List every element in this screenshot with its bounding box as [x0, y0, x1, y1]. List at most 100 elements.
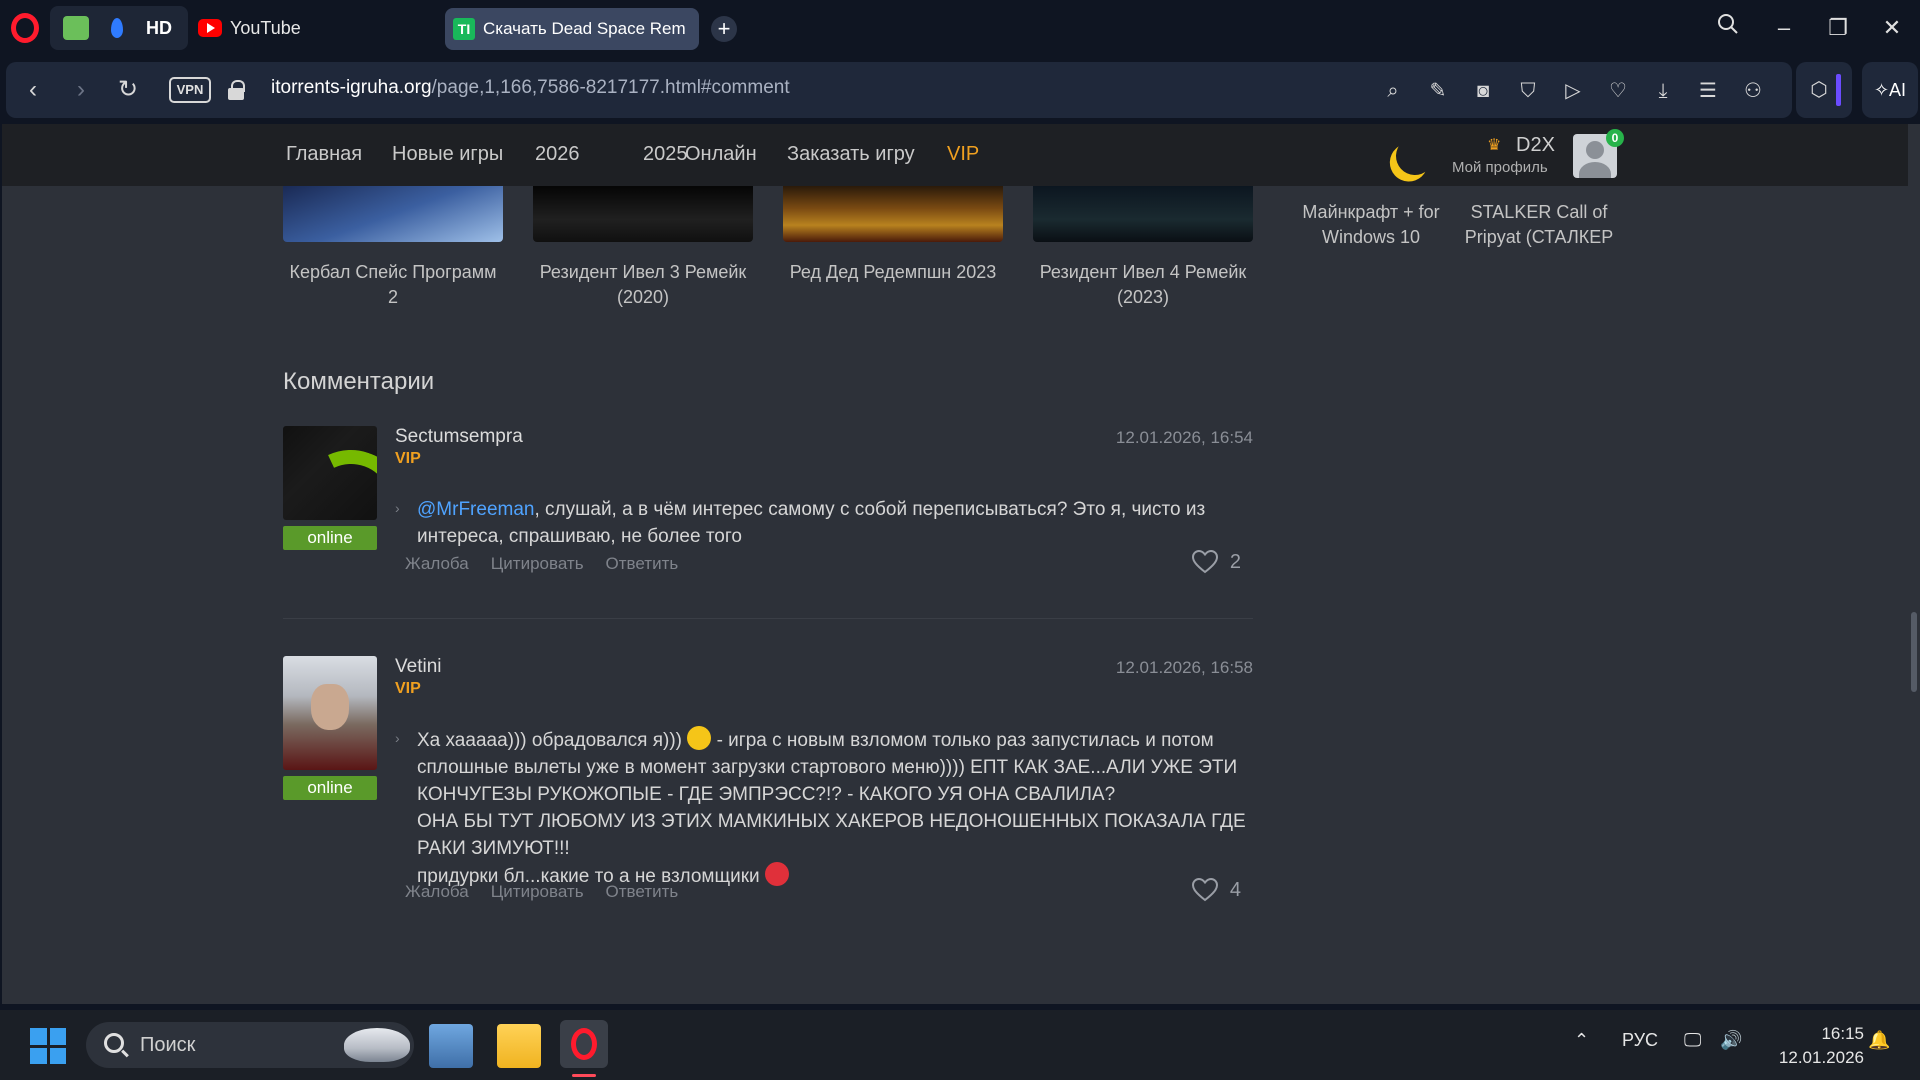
- report-button[interactable]: Жалоба: [405, 882, 469, 902]
- opera-taskbar-icon[interactable]: [560, 1020, 608, 1077]
- night-mode-moon-icon[interactable]: [1391, 132, 1440, 181]
- nav-2025[interactable]: 2025: [643, 143, 688, 166]
- game-title-re3[interactable]: Резидент Ивел 3 Ремейк (2020): [533, 260, 753, 310]
- mention-link[interactable]: @MrFreeman: [417, 499, 534, 520]
- sidebar-game-minecraft[interactable]: Майнкрафт + for Windows 10: [1286, 200, 1456, 250]
- sidebar-indicator: [1836, 74, 1841, 106]
- comment-author[interactable]: Sectumsempra: [395, 426, 523, 448]
- pinned-tab-hd[interactable]: HD: [146, 16, 172, 40]
- game-title-kerbal[interactable]: Кербал Спейс Программ 2: [283, 260, 503, 310]
- comments-heading: Комментарии: [283, 368, 435, 395]
- back-button[interactable]: ‹: [19, 76, 47, 104]
- game-thumb-re4[interactable]: [1033, 186, 1253, 242]
- pinned-tab-flame-icon[interactable]: [104, 16, 130, 40]
- browser-tab-strip: HD YouTube TI Скачать Dead Space Rem + –…: [0, 0, 1920, 56]
- url-field[interactable]: itorrents-igruha.org/page,1,166,7586-821…: [271, 77, 790, 99]
- reply-button[interactable]: Ответить: [606, 554, 679, 574]
- vpn-badge[interactable]: VPN: [169, 77, 211, 103]
- forward-button[interactable]: ›: [67, 76, 95, 104]
- calculator-app-icon[interactable]: [429, 1024, 473, 1068]
- username[interactable]: D2X: [1516, 134, 1555, 157]
- like-button[interactable]: 4: [1191, 878, 1241, 902]
- comment-text-line-1: Ха хааааа))) обрадовался я))): [417, 730, 683, 751]
- game-title-re4[interactable]: Резидент Ивел 4 Ремейк (2023): [1033, 260, 1253, 310]
- tab-youtube[interactable]: YouTube: [198, 12, 301, 44]
- search-tabs-icon[interactable]: [1712, 12, 1744, 44]
- input-language[interactable]: РУС: [1622, 1030, 1658, 1051]
- quote-button[interactable]: Цитировать: [491, 554, 584, 574]
- comment-date: 12.01.2026, 16:54: [1115, 428, 1253, 447]
- address-bar: ‹ › ↻ VPN itorrents-igruha.org/page,1,16…: [6, 62, 1792, 118]
- close-window-button[interactable]: ✕: [1876, 12, 1908, 44]
- page-viewport: Главная Новые игры 2026 2025 Онлайн Зака…: [2, 124, 1908, 1004]
- angry-emoji-icon: [764, 862, 789, 886]
- quote-button[interactable]: Цитировать: [491, 882, 584, 902]
- restore-button[interactable]: ❐: [1822, 12, 1854, 44]
- new-tab-button[interactable]: +: [711, 16, 737, 42]
- pinned-tab-messenger-icon[interactable]: [63, 16, 89, 40]
- shield-icon[interactable]: ⛉: [1515, 78, 1541, 104]
- extensions-button[interactable]: ⬡: [1796, 62, 1852, 118]
- nav-2026[interactable]: 2026: [535, 143, 580, 166]
- minimize-button[interactable]: –: [1768, 12, 1800, 44]
- taskbar-search-placeholder: Поиск: [140, 1034, 196, 1056]
- file-explorer-icon[interactable]: [497, 1024, 541, 1068]
- comment-author[interactable]: Vetini: [395, 656, 441, 678]
- notification-badge[interactable]: 0: [1606, 129, 1624, 147]
- url-host: itorrents-igruha.org: [271, 77, 432, 98]
- heart-icon: [1191, 550, 1218, 574]
- taskbar-clock[interactable]: 16:15 12.01.2026: [1764, 1022, 1864, 1070]
- network-icon[interactable]: 🖵: [1684, 1030, 1701, 1051]
- my-profile-link[interactable]: Мой профиль: [1452, 159, 1548, 176]
- easy-setup-icon[interactable]: ☰: [1695, 78, 1721, 104]
- reply-button[interactable]: Ответить: [606, 882, 679, 902]
- game-thumb-re3[interactable]: [533, 186, 753, 242]
- nav-home[interactable]: Главная: [286, 143, 362, 166]
- tab-active[interactable]: TI Скачать Dead Space Rem: [445, 8, 699, 50]
- download-icon[interactable]: ⤓: [1650, 78, 1676, 104]
- tab-favicon: TI: [453, 18, 475, 40]
- scrollbar-thumb[interactable]: [1911, 612, 1917, 692]
- comment: online Vetini VIP 12.01.2026, 16:58 › Ха…: [283, 656, 1253, 996]
- tab-youtube-label: YouTube: [230, 17, 301, 38]
- nav-order-game[interactable]: Заказать игру: [787, 143, 915, 166]
- pinned-tabs: HD: [50, 6, 188, 50]
- like-count: 2: [1229, 550, 1241, 573]
- camera-icon[interactable]: ◙: [1470, 78, 1496, 104]
- play-icon[interactable]: ▷: [1560, 78, 1586, 104]
- notifications-bell-icon[interactable]: 🔔: [1868, 1030, 1890, 1051]
- zoom-search-icon[interactable]: ⌕: [1380, 78, 1406, 104]
- windows-start-icon[interactable]: [30, 1028, 66, 1064]
- aria-ai-button[interactable]: ✧AI: [1862, 62, 1918, 118]
- comment-avatar[interactable]: [283, 656, 377, 770]
- volume-icon[interactable]: 🔊: [1720, 1030, 1742, 1051]
- laughing-emoji-icon: [687, 726, 712, 750]
- edit-icon[interactable]: ✎: [1425, 78, 1451, 104]
- nav-vip[interactable]: VIP: [947, 143, 979, 166]
- game-thumb-kerbal[interactable]: [283, 186, 503, 242]
- report-button[interactable]: Жалоба: [405, 554, 469, 574]
- comment-rank: VIP: [395, 450, 421, 467]
- comment-avatar[interactable]: [283, 426, 377, 520]
- comment-text-line-3: ОНА БЫ ТУТ ЛЮБОМУ ИЗ ЭТИХ МАМКИНЫХ ХАКЕР…: [417, 811, 1246, 859]
- nav-new-games[interactable]: Новые игры: [392, 143, 503, 166]
- heart-bookmark-icon[interactable]: ♡: [1605, 78, 1631, 104]
- profile-icon[interactable]: ⚇: [1740, 78, 1766, 104]
- page-scrollbar[interactable]: [1908, 124, 1920, 1004]
- nav-online[interactable]: Онлайн: [685, 143, 757, 166]
- game-thumb-rdr[interactable]: [783, 186, 1003, 242]
- game-title-rdr[interactable]: Ред Дед Редемпшн 2023: [783, 260, 1003, 285]
- crown-icon: ♛: [1487, 137, 1502, 154]
- lock-icon[interactable]: [228, 80, 245, 100]
- like-button[interactable]: 2: [1191, 550, 1241, 574]
- cube-icon: ⬡: [1810, 79, 1828, 101]
- search-icon: [104, 1033, 124, 1053]
- comment-text-body: , слушай, а в чём интерес самому с собой…: [417, 499, 1206, 547]
- clock-date: 12.01.2026: [1778, 1048, 1864, 1067]
- opera-menu-icon[interactable]: [11, 13, 39, 43]
- reload-button[interactable]: ↻: [114, 76, 142, 104]
- site-nav: Главная Новые игры 2026 2025 Онлайн Зака…: [2, 124, 1908, 186]
- tray-chevron-up-icon[interactable]: ⌃: [1574, 1030, 1589, 1051]
- taskbar-search[interactable]: Поиск: [86, 1022, 414, 1068]
- sidebar-game-stalker[interactable]: STALKER Call of Pripyat (СТАЛКЕР: [1454, 200, 1624, 250]
